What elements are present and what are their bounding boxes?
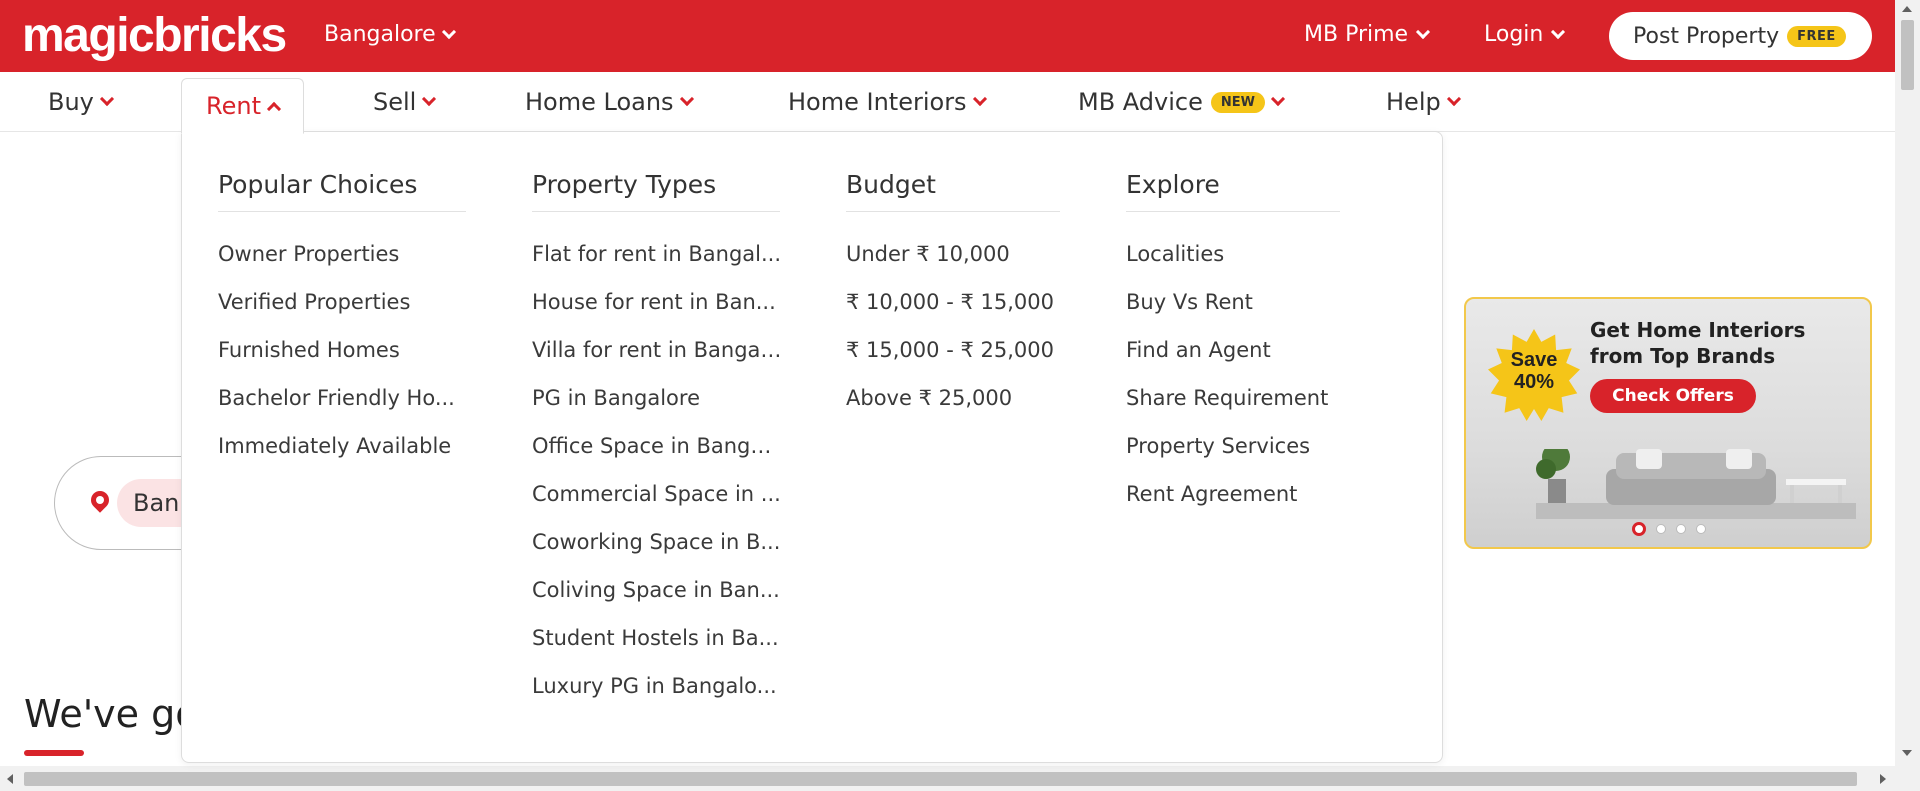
new-badge: NEW [1210,91,1265,113]
menu-item-owner-properties[interactable]: Owner Properties [218,242,468,290]
chevron-down-icon [1446,91,1461,107]
login-menu[interactable]: Login [1484,22,1566,47]
carousel-dot[interactable] [1696,524,1706,534]
menu-item-budget-10k-15k[interactable]: ₹ 10,000 - ₹ 15,000 [846,290,1096,338]
menu-item-verified-properties[interactable]: Verified Properties [218,290,468,338]
mb-prime-menu[interactable]: MB Prime [1304,22,1431,47]
menu-item-budget-above-25k[interactable]: Above ₹ 25,000 [846,386,1096,434]
menu-item-coliving-space[interactable]: Coliving Space in Ban... [532,578,782,626]
mb-prime-label: MB Prime [1304,22,1409,47]
menu-item-budget-under-10k[interactable]: Under ₹ 10,000 [846,242,1096,290]
vertical-scroll-thumb[interactable] [1901,20,1914,90]
menu-item-commercial-space[interactable]: Commercial Space in ... [532,482,782,530]
property-types-column: Property Types Flat for rent in Bangal..… [532,170,782,722]
menu-item-rent-agreement[interactable]: Rent Agreement [1126,482,1376,530]
post-property-label: Post Property [1633,23,1780,49]
nav-sell[interactable]: Sell [373,72,437,132]
rent-mega-menu: Popular Choices Owner Properties Verifie… [181,131,1443,763]
property-types-title: Property Types [532,170,780,212]
menu-item-budget-15k-25k[interactable]: ₹ 15,000 - ₹ 25,000 [846,338,1096,386]
chevron-down-icon [441,24,456,39]
property-types-list: Flat for rent in Bangal... House for ren… [532,242,782,722]
save-line-1: Save [1510,349,1558,371]
menu-item-pg[interactable]: PG in Bangalore [532,386,782,434]
budget-column: Budget Under ₹ 10,000 ₹ 10,000 - ₹ 15,00… [846,170,1096,434]
chevron-down-icon [422,91,437,107]
nav-home-loans[interactable]: Home Loans [525,72,694,132]
nav-sell-label: Sell [373,88,417,116]
menu-item-immediately-available[interactable]: Immediately Available [218,434,468,482]
login-label: Login [1484,22,1544,47]
chevron-down-icon [679,91,694,107]
menu-item-bachelor-friendly[interactable]: Bachelor Friendly Ho... [218,386,468,434]
menu-item-house-for-rent[interactable]: House for rent in Ban... [532,290,782,338]
nav-help[interactable]: Help [1386,72,1461,132]
menu-item-flat-for-rent[interactable]: Flat for rent in Bangal... [532,242,782,290]
menu-item-coworking-space[interactable]: Coworking Space in B... [532,530,782,578]
magicbricks-logo[interactable]: magicbricks [22,8,287,63]
nav-rent[interactable]: Rent [181,78,304,134]
menu-item-luxury-pg[interactable]: Luxury PG in Bangalo... [532,674,782,722]
nav-mb-advice-label: MB Advice [1078,88,1203,116]
menu-item-share-requirement[interactable]: Share Requirement [1126,386,1376,434]
popular-choices-title: Popular Choices [218,170,466,212]
budget-title: Budget [846,170,1060,212]
menu-item-find-an-agent[interactable]: Find an Agent [1126,338,1376,386]
menu-item-buy-vs-rent[interactable]: Buy Vs Rent [1126,290,1376,338]
home-interiors-promo-banner[interactable]: Save 40% Get Home Interiors from Top Bra… [1464,297,1872,549]
scroll-down-arrow-icon[interactable] [1902,750,1912,756]
explore-column: Explore Localities Buy Vs Rent Find an A… [1126,170,1376,530]
chevron-down-icon [1551,24,1566,39]
menu-item-villa-for-rent[interactable]: Villa for rent in Bangal... [532,338,782,386]
budget-list: Under ₹ 10,000 ₹ 10,000 - ₹ 15,000 ₹ 15,… [846,242,1096,434]
menu-item-property-services[interactable]: Property Services [1126,434,1376,482]
nav-help-label: Help [1386,88,1441,116]
free-badge: FREE [1787,25,1846,47]
chevron-down-icon [99,91,114,107]
popular-choices-column: Popular Choices Owner Properties Verifie… [218,170,468,482]
nav-mb-advice[interactable]: MB Advice NEW [1078,72,1286,132]
horizontal-scroll-thumb[interactable] [24,772,1857,786]
save-line-2: 40% [1513,371,1555,393]
carousel-dot-active[interactable] [1632,522,1646,536]
section-heading: We've go [24,692,199,736]
menu-item-localities[interactable]: Localities [1126,242,1376,290]
popular-choices-list: Owner Properties Verified Properties Fur… [218,242,468,482]
check-offers-button[interactable]: Check Offers [1590,379,1756,413]
promo-title: Get Home Interiors from Top Brands [1590,318,1806,368]
nav-buy[interactable]: Buy [48,72,114,132]
sofa-illustration [1536,449,1856,519]
post-property-button[interactable]: Post Property FREE [1609,12,1872,60]
carousel-dot[interactable] [1676,524,1686,534]
carousel-dots [1632,522,1706,536]
city-selector-label: Bangalore [324,22,436,47]
explore-title: Explore [1126,170,1340,212]
heading-underline [24,750,84,756]
scroll-right-arrow-icon[interactable] [1880,774,1886,784]
top-header: magicbricks Bangalore MB Prime Login Pos… [0,0,1895,72]
chevron-down-icon [972,91,987,107]
nav-home-interiors-label: Home Interiors [788,88,967,116]
nav-rent-label: Rent [206,92,261,120]
location-pin-icon [87,487,113,513]
chevron-down-icon [1416,24,1431,39]
city-selector[interactable]: Bangalore [324,22,456,47]
nav-buy-label: Buy [48,88,94,116]
nav-home-interiors[interactable]: Home Interiors [788,72,987,132]
chevron-up-icon [266,101,282,117]
carousel-dot[interactable] [1656,524,1666,534]
nav-home-loans-label: Home Loans [525,88,674,116]
explore-list: Localities Buy Vs Rent Find an Agent Sha… [1126,242,1376,530]
main-nav: Buy Rent Sell Home Loans Home Interiors … [0,72,1895,134]
menu-item-furnished-homes[interactable]: Furnished Homes [218,338,468,386]
menu-item-student-hostels[interactable]: Student Hostels in Ba... [532,626,782,674]
horizontal-scrollbar[interactable] [0,766,1920,791]
menu-item-office-space[interactable]: Office Space in Banga... [532,434,782,482]
save-badge-text: Save 40% [1488,349,1580,393]
scroll-up-arrow-icon[interactable] [1902,6,1912,12]
scroll-left-arrow-icon[interactable] [7,774,13,784]
vertical-scrollbar[interactable] [1895,0,1920,766]
chevron-down-icon [1270,91,1286,107]
